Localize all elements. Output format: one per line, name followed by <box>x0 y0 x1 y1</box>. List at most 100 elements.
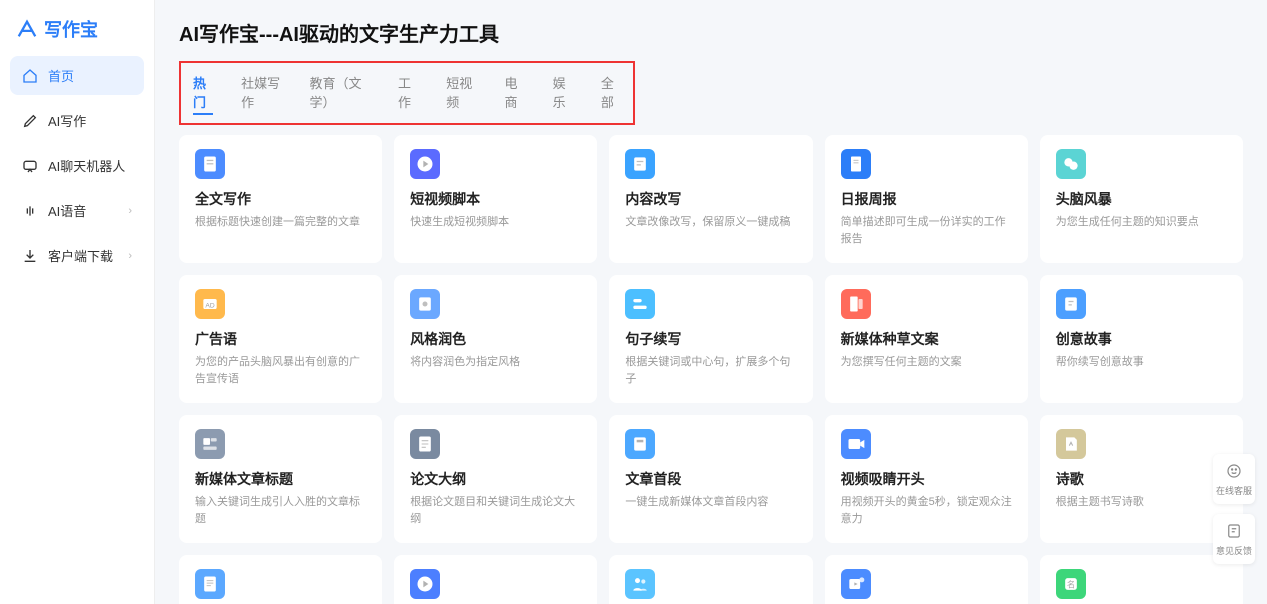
svg-text:AD: AD <box>205 302 214 309</box>
card-desc: 快速生成短视频脚本 <box>410 214 581 231</box>
card-desc: 为您生成任何主题的知识要点 <box>1056 214 1227 231</box>
main-content: AI写作宝---AI驱动的文字生产力工具 热门社媒写作教育（文学）工作短视频电商… <box>155 0 1267 604</box>
card-desc: 根据主题书写诗歌 <box>1056 494 1227 511</box>
sidebar-item-label: 客户端下载 <box>48 246 113 265</box>
sidebar-item-pencil[interactable]: AI写作 <box>10 101 144 140</box>
card-icon <box>410 289 440 319</box>
card-icon <box>625 289 655 319</box>
home-icon <box>22 68 38 84</box>
card-desc: 为您的产品头脑风暴出有创意的广告宣传语 <box>195 354 366 387</box>
template-card[interactable]: 视频吸睛开头用视频开头的黄金5秒，锁定观众注意力 <box>825 415 1028 543</box>
card-title: 视频吸睛开头 <box>841 469 1012 489</box>
template-card[interactable]: 视频内容灵感想热点拍视频？让AI写作宝来提供灵感 <box>825 555 1028 604</box>
card-icon <box>841 569 871 599</box>
sidebar-item-download[interactable]: 客户端下载 › <box>10 236 144 275</box>
card-icon <box>410 569 440 599</box>
card-icon <box>410 429 440 459</box>
tab-item[interactable]: 工作 <box>398 71 418 115</box>
card-title: 论文大纲 <box>410 469 581 489</box>
card-title: 句子续写 <box>625 329 796 349</box>
template-card[interactable]: 新媒体种草文案为您撰写任何主题的文案 <box>825 275 1028 403</box>
tab-item[interactable]: 热门 <box>193 71 213 115</box>
template-card[interactable]: 头脑风暴为您生成任何主题的知识要点 <box>1040 135 1243 263</box>
card-desc: 输入关键词生成引人入胜的文章标题 <box>195 494 366 527</box>
card-icon <box>625 429 655 459</box>
card-title: 新媒体种草文案 <box>841 329 1012 349</box>
sidebar-item-label: AI聊天机器人 <box>48 156 125 175</box>
template-card[interactable]: AD广告语为您的产品头脑风暴出有创意的广告宣传语 <box>179 275 382 403</box>
float-smile-button[interactable]: 在线客服 <box>1213 454 1255 504</box>
chat-icon <box>22 158 38 174</box>
card-icon <box>195 429 225 459</box>
template-card[interactable]: 句子续写根据关键词或中心句，扩展多个句子 <box>609 275 812 403</box>
card-icon: AD <box>195 289 225 319</box>
template-card[interactable]: 人物塑造为你故事中的角色塑造一个丰满的人物形象 <box>609 555 812 604</box>
template-card[interactable]: 论文大纲根据论文题目和关键词生成论文大纲 <box>394 415 597 543</box>
audio-icon <box>22 203 38 219</box>
logo: 写作宝 <box>10 12 144 56</box>
card-title: 短视频脚本 <box>410 189 581 209</box>
tab-item[interactable]: 教育（文学） <box>310 71 371 115</box>
template-card[interactable]: 全文写作根据标题快速创建一篇完整的文章 <box>179 135 382 263</box>
card-title: 诗歌 <box>1056 469 1227 489</box>
chevron-right-icon: › <box>128 250 132 262</box>
tab-item[interactable]: 电商 <box>504 71 524 115</box>
template-card[interactable]: 文章首段一键生成新媒体文章首段内容 <box>609 415 812 543</box>
card-desc: 用视频开头的黄金5秒，锁定观众注意力 <box>841 494 1012 527</box>
card-icon <box>195 149 225 179</box>
card-icon <box>410 149 440 179</box>
sidebar-item-label: AI写作 <box>48 111 86 130</box>
float-label: 意见反馈 <box>1216 544 1252 557</box>
card-icon <box>625 149 655 179</box>
card-desc: 简单描述即可生成一份详实的工作报告 <box>841 214 1012 247</box>
template-card[interactable]: 新媒体文章标题输入关键词生成引人入胜的文章标题 <box>179 415 382 543</box>
sidebar-item-home[interactable]: 首页 <box>10 56 144 95</box>
float-buttons: 在线客服意见反馈 <box>1213 454 1255 564</box>
template-card[interactable]: 风格润色将内容润色为指定风格 <box>394 275 597 403</box>
card-icon <box>1056 149 1086 179</box>
card-icon <box>195 569 225 599</box>
card-desc: 根据论文题目和关键词生成论文大纲 <box>410 494 581 527</box>
card-icon <box>841 289 871 319</box>
card-title: 全文写作 <box>195 189 366 209</box>
sidebar-item-label: 首页 <box>48 66 74 85</box>
card-desc: 文章改像改写，保留原义一键成稿 <box>625 214 796 231</box>
template-card[interactable]: 创意故事帮你续写创意故事 <box>1040 275 1243 403</box>
sidebar-item-audio[interactable]: AI语音› <box>10 191 144 230</box>
card-icon <box>625 569 655 599</box>
category-tabs: 热门社媒写作教育（文学） 工作短视频电商娱乐全部 <box>179 61 635 125</box>
template-card[interactable]: 短视频脚本快速生成短视频脚本 <box>394 135 597 263</box>
template-card[interactable]: 日报周报简单描述即可生成一份详实的工作报告 <box>825 135 1028 263</box>
card-icon <box>841 429 871 459</box>
card-grid: 全文写作根据标题快速创建一篇完整的文章短视频脚本快速生成短视频脚本内容改写文章改… <box>179 135 1243 604</box>
card-title: 新媒体文章标题 <box>195 469 366 489</box>
tab-item[interactable]: 娱乐 <box>553 71 573 115</box>
svg-text:名: 名 <box>1067 579 1075 589</box>
download-icon <box>22 248 38 264</box>
template-card[interactable]: 论文摘要根据论文题目和关键词生成论文摘要 <box>179 555 382 604</box>
card-icon: 名 <box>1056 569 1086 599</box>
card-icon <box>841 149 871 179</box>
card-desc: 根据标题快速创建一篇完整的文章 <box>195 214 366 231</box>
card-desc: 帮你续写创意故事 <box>1056 354 1227 371</box>
tab-item[interactable]: 短视频 <box>446 71 476 115</box>
tab-item[interactable]: 全部 <box>601 71 621 115</box>
float-label: 在线客服 <box>1216 484 1252 497</box>
smile-icon <box>1225 462 1243 482</box>
pencil-icon <box>22 113 38 129</box>
float-feedback-button[interactable]: 意见反馈 <box>1213 514 1255 564</box>
feedback-icon <box>1225 522 1243 542</box>
template-card[interactable]: 短视频脚本大纲生成VLOG、口播稿等短视频的拍摄大纲 <box>394 555 597 604</box>
card-desc: 将内容润色为指定风格 <box>410 354 581 371</box>
card-desc: 为您撰写任何主题的文案 <box>841 354 1012 371</box>
card-title: 日报周报 <box>841 189 1012 209</box>
tab-item[interactable]: 社媒写作 <box>241 71 281 115</box>
sidebar: 写作宝 首页 AI写作 AI聊天机器人 AI语音› 客户端下载 › <box>0 0 155 604</box>
card-title: 文章首段 <box>625 469 796 489</box>
card-title: 内容改写 <box>625 189 796 209</box>
template-card[interactable]: 内容改写文章改像改写，保留原义一键成稿 <box>609 135 812 263</box>
logo-text: 写作宝 <box>44 16 98 42</box>
sidebar-item-chat[interactable]: AI聊天机器人 <box>10 146 144 185</box>
sidebar-item-label: AI语音 <box>48 201 86 220</box>
card-title: 头脑风暴 <box>1056 189 1227 209</box>
